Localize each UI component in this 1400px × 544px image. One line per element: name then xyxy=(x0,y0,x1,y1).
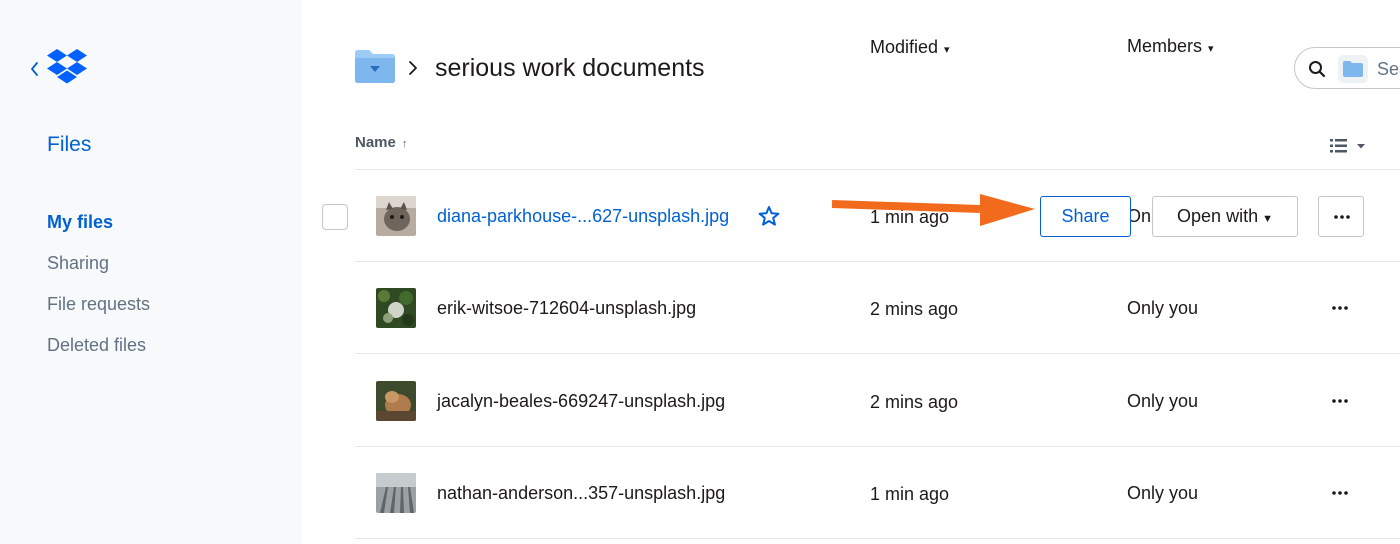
caret-down-icon: ▾ xyxy=(1208,43,1214,55)
annotation-arrow-icon xyxy=(831,194,1035,226)
file-members: Only you xyxy=(1127,391,1199,411)
file-members: Only you xyxy=(1127,298,1199,318)
column-header-modified[interactable]: Modified ▾ xyxy=(870,37,950,58)
column-label-members: Members xyxy=(1127,36,1203,56)
column-header-name[interactable]: Name ↑ xyxy=(355,134,407,151)
sidebar-item-file-requests[interactable]: File requests xyxy=(47,292,150,333)
list-view-icon[interactable] xyxy=(1330,138,1370,154)
file-name[interactable]: erik-witsoe-712604-unsplash.jpg xyxy=(437,298,696,319)
star-outline-icon[interactable] xyxy=(758,205,780,227)
file-modified: 2 mins ago xyxy=(870,299,959,319)
file-modified: 2 mins ago xyxy=(870,392,959,412)
search-input[interactable]: Search xyxy=(1294,47,1400,89)
chevron-right-icon xyxy=(409,61,417,75)
more-dots-icon[interactable] xyxy=(1330,391,1350,411)
search-icon xyxy=(1309,61,1326,78)
folder-icon xyxy=(1343,61,1363,77)
dropbox-logo-icon[interactable] xyxy=(46,48,88,86)
more-dots-icon[interactable] xyxy=(1330,483,1350,503)
file-modified: 1 min ago xyxy=(870,484,950,504)
table-row[interactable]: nathan-anderson...357-unsplash.jpg 1 min… xyxy=(355,447,1400,539)
folder-icon[interactable] xyxy=(355,50,395,83)
more-actions-button[interactable] xyxy=(1318,196,1364,237)
file-thumbnail xyxy=(376,473,416,513)
back-chevron-icon[interactable] xyxy=(28,59,40,79)
file-thumbnail xyxy=(376,288,416,328)
more-dots-icon xyxy=(1334,215,1350,219)
column-label-name: Name xyxy=(355,134,396,151)
sidebar-item-sharing[interactable]: Sharing xyxy=(47,251,150,292)
sidebar-item-deleted-files[interactable]: Deleted files xyxy=(47,333,150,374)
sort-arrow-up-icon: ↑ xyxy=(401,138,408,150)
caret-down-icon: ▾ xyxy=(944,44,950,56)
share-button[interactable]: Share xyxy=(1040,196,1131,237)
sidebar-item-my-files[interactable]: My files xyxy=(47,210,150,251)
file-thumbnail xyxy=(376,196,416,236)
file-name[interactable]: jacalyn-beales-669247-unsplash.jpg xyxy=(437,391,725,412)
sidebar-nav: My files Sharing File requests Deleted f… xyxy=(47,210,150,374)
open-with-label: Open with xyxy=(1177,206,1259,226)
column-label-modified: Modified xyxy=(870,37,939,57)
caret-down-icon: ▼ xyxy=(1262,213,1273,225)
page-title: serious work documents xyxy=(435,54,705,82)
sidebar-title[interactable]: Files xyxy=(47,133,91,157)
file-thumbnail xyxy=(376,381,416,421)
open-with-button[interactable]: Open with ▼ xyxy=(1152,196,1298,237)
search-placeholder: Search xyxy=(1377,59,1400,79)
column-header-members[interactable]: Members ▾ xyxy=(1127,36,1214,57)
file-name[interactable]: nathan-anderson...357-unsplash.jpg xyxy=(437,483,725,504)
more-dots-icon[interactable] xyxy=(1330,298,1350,318)
file-members: Only you xyxy=(1127,483,1199,503)
sidebar: Files My files Sharing File requests Del… xyxy=(0,0,302,544)
search-scope-chip[interactable] xyxy=(1338,55,1368,83)
table-row[interactable]: jacalyn-beales-669247-unsplash.jpg 2 min… xyxy=(355,355,1400,447)
row-select-checkbox[interactable] xyxy=(322,204,348,230)
table-row[interactable]: erik-witsoe-712604-unsplash.jpg 2 mins a… xyxy=(355,262,1400,354)
file-name-link[interactable]: diana-parkhouse-...627-unsplash.jpg xyxy=(437,206,729,227)
